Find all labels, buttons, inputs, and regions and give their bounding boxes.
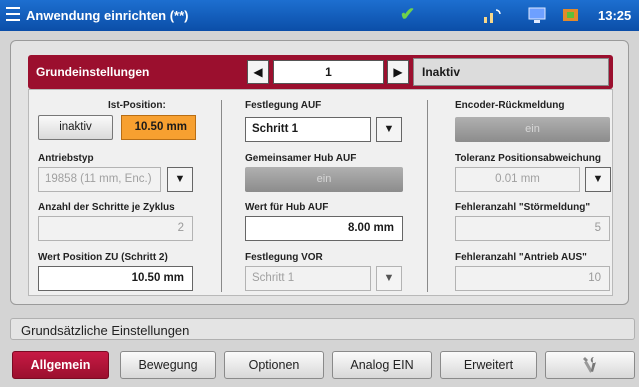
ist-position-label: Ist-Position: [108,100,166,111]
column-divider [427,100,428,292]
festlegung-auf-label: Festlegung AUF [245,100,322,111]
festlegung-auf-select[interactable]: Schritt 1 [245,117,371,142]
menu-icon[interactable] [6,7,20,23]
encoder-label: Encoder-Rückmeldung [455,100,565,111]
wert-zu-input[interactable]: 10.50 mm [38,266,193,291]
festlegung-vor-label: Festlegung VOR [245,252,323,263]
section-title: Grundsätzliche Einstellungen [10,318,635,340]
prev-step-button[interactable]: ◀ [247,60,269,84]
antrieb-aus-label: Fehleranzahl "Antrieb AUS" [455,252,587,263]
stoermeldung-field: 5 [455,216,610,241]
schritte-field: 2 [38,216,193,241]
tab-analog-ein[interactable]: Analog EIN [332,351,432,379]
hub-auf-label: Gemeinsamer Hub AUF [245,153,357,164]
toleranz-label: Toleranz Positionsabweichung [455,153,601,164]
inaktiv-button[interactable]: inaktiv [38,115,113,140]
antriebstyp-label: Antriebstyp [38,153,94,164]
schritte-label: Anzahl der Schritte je Zyklus [38,202,175,213]
antrieb-aus-field: 10 [455,266,610,291]
chevron-down-icon[interactable]: ▼ [376,266,402,291]
toleranz-select[interactable]: 0.01 mm [455,167,580,192]
chevron-down-icon[interactable]: ▼ [376,117,402,142]
wert-zu-label: Wert Position ZU (Schritt 2) [38,252,168,263]
tab-optionen[interactable]: Optionen [224,351,324,379]
next-step-button[interactable]: ▶ [387,60,409,84]
status-field: Inaktiv [413,58,609,86]
window-title: Anwendung einrichten (**) [26,8,189,23]
header-title: Grundeinstellungen [36,65,150,79]
monitor-icon[interactable] [527,6,547,24]
ist-position-value: 10.50 mm [121,115,196,140]
plugin-icon[interactable] [560,6,582,24]
column-divider [221,100,222,292]
tab-erweitert[interactable]: Erweitert [440,351,537,379]
encoder-toggle[interactable]: ein [455,117,610,142]
wert-hub-input[interactable]: 8.00 mm [245,216,403,241]
hub-auf-toggle[interactable]: ein [245,167,403,192]
festlegung-vor-select[interactable]: Schritt 1 [245,266,371,291]
clock: 13:25 [598,8,632,23]
chevron-down-icon[interactable]: ▼ [585,167,611,192]
antriebstyp-select[interactable]: 19858 (11 mm, Enc.) [38,167,161,192]
chevron-down-icon[interactable]: ▼ [167,167,193,192]
tools-button[interactable] [545,351,635,379]
step-number-field[interactable]: 1 [273,60,384,84]
title-bar: Anwendung einrichten (**) ✔ 13:25 [0,0,639,31]
tools-icon [583,356,596,373]
network-icon[interactable] [482,6,502,24]
checkmark-icon: ✔ [400,4,416,24]
wert-hub-label: Wert für Hub AUF [245,202,329,213]
tab-bewegung[interactable]: Bewegung [120,351,216,379]
stoermeldung-label: Fehleranzahl "Störmeldung" [455,202,591,213]
tab-allgemein[interactable]: Allgemein [12,351,109,379]
